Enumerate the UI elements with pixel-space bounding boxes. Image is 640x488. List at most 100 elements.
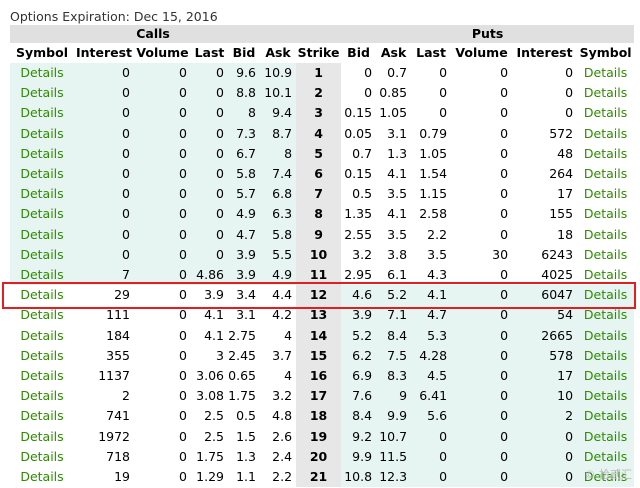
put-ask-cell: 4.1 [387, 206, 408, 222]
call-details-link[interactable]: Details [10, 447, 74, 467]
put-details-link[interactable]: Details [577, 103, 634, 123]
call-details-link[interactable]: Details [10, 346, 74, 366]
put-details-link[interactable]: Details [577, 406, 635, 427]
column-header-row: Symbol Interest Volume Last Bid Ask Strike Bid A… [10, 43, 635, 63]
put-details-link[interactable]: Details [577, 204, 634, 224]
call-details-link[interactable]: Details [10, 244, 74, 266]
call-bid-cell: 3.1 [236, 307, 256, 323]
strike-cell: 7 [296, 184, 342, 205]
put-details-link[interactable]: Details [577, 426, 635, 447]
call-details-link[interactable]: Details [10, 143, 74, 165]
put-ask-cell: 8.4 [376, 325, 412, 346]
put-details-link[interactable]: Details [577, 285, 635, 306]
call-ask-cell: 4 [284, 368, 293, 384]
call-details-link[interactable]: Details [10, 427, 74, 447]
put-interest-cell: 17 [557, 186, 574, 202]
put-bid-cell: 3.9 [341, 305, 377, 326]
put-interest-cell: 2665 [512, 325, 578, 346]
call-details-link[interactable]: Details [10, 224, 74, 245]
put-details-link[interactable]: Details [577, 144, 634, 164]
call-details-link[interactable]: Details [10, 326, 74, 346]
put-details-link[interactable]: Details [577, 184, 634, 204]
put-bid-cell: 5.2 [341, 325, 377, 346]
put-interest-cell: 4025 [541, 267, 574, 283]
call-bid-cell: 0.5 [236, 408, 256, 424]
call-last-cell: 2.5 [204, 428, 224, 444]
call-ask-cell: 3.2 [272, 388, 293, 404]
put-ask-cell: 3.1 [387, 125, 408, 141]
put-interest-cell: 48 [557, 145, 574, 161]
option-row: Details 111 0 4.1 3.1 4.2 13 3.9 7.1 4.7 0 54 Detail… [10, 305, 635, 326]
call-details-link[interactable]: Details [10, 406, 74, 426]
call-interest-cell: 19 [114, 469, 130, 485]
call-last-cell: 0 [191, 103, 228, 124]
put-details-link[interactable]: Details [577, 366, 635, 387]
put-ask-cell: 3.5 [387, 186, 408, 202]
put-details-link[interactable]: Details [577, 63, 634, 83]
strike-cell: 17 [296, 386, 342, 407]
put-volume-cell: 0 [500, 186, 509, 202]
put-last-cell: 0 [411, 446, 452, 468]
put-details-link[interactable]: Details [577, 386, 635, 407]
call-details-link[interactable]: Details [10, 386, 74, 406]
call-details-link[interactable]: Details [10, 63, 74, 84]
call-details-link[interactable]: Details [10, 285, 74, 305]
put-details-link[interactable]: Details [577, 83, 634, 103]
option-row: Details 0 0 0 5.8 7.4 6 0.15 4.1 1.54 0 264 Details [10, 164, 634, 185]
call-details-link[interactable]: Details [10, 123, 74, 144]
call-details-link[interactable]: Details [10, 83, 74, 104]
put-details-link[interactable]: Details [577, 164, 634, 184]
call-details-link[interactable]: Details [10, 204, 74, 225]
put-interest-cell: 6243 [541, 246, 574, 262]
call-interest-cell: 29 [114, 287, 130, 303]
call-interest-cell: 0 [74, 224, 134, 245]
call-last-cell: 4.1 [204, 327, 224, 343]
put-volume-cell: 0 [500, 267, 509, 283]
put-last-cell: 4.28 [411, 345, 452, 367]
call-interest-cell: 355 [106, 347, 130, 363]
put-interest-cell: 0 [565, 85, 574, 101]
put-interest-cell: 17 [512, 366, 578, 387]
call-details-link[interactable]: Details [10, 467, 74, 487]
put-details-link[interactable]: Details [577, 124, 634, 144]
column-header-strike: Strike [296, 43, 342, 63]
put-details-link[interactable]: Details [577, 225, 634, 245]
call-volume-cell: 0 [179, 388, 187, 404]
call-details-link[interactable]: Details [10, 103, 74, 124]
call-ask-cell: 6.8 [260, 184, 297, 205]
put-details-link[interactable]: Details [577, 446, 635, 468]
call-interest-cell: 1972 [98, 428, 130, 444]
call-details-link[interactable]: Details [10, 366, 74, 386]
put-volume-cell: 0 [451, 426, 513, 447]
call-bid-cell: 1.3 [236, 448, 256, 464]
call-details-link[interactable]: Details [10, 184, 74, 205]
call-details-link[interactable]: Details [10, 164, 74, 185]
call-bid-cell: 6.7 [228, 143, 260, 165]
put-details-link[interactable]: Details [577, 345, 635, 367]
call-last-cell: 4.86 [191, 265, 228, 286]
call-volume-cell: 0 [179, 408, 187, 424]
option-row: Details 0 0 0 4.9 6.3 8 1.35 4.1 2.58 0 155 Details [10, 204, 634, 225]
call-interest-cell: 0 [74, 83, 134, 104]
call-ask-cell: 5.8 [260, 224, 297, 245]
options-rows: Details 0 0 0 9.6 10.9 1 0 0.7 0 0 0 Details Details 0… [10, 63, 635, 488]
put-details-link[interactable]: Details [577, 305, 635, 326]
put-details-link[interactable]: Details [577, 245, 634, 265]
call-volume-cell: 0 [134, 204, 191, 225]
put-last-cell: 3.5 [427, 246, 448, 262]
put-bid-cell: 0.05 [344, 125, 373, 141]
strike-cell: 6 [296, 164, 342, 185]
strike-cell: 5 [296, 143, 342, 165]
put-interest-cell: 54 [512, 305, 578, 326]
put-ask-cell: 7.5 [376, 345, 412, 367]
put-details-link[interactable]: Details [577, 265, 634, 285]
call-details-link[interactable]: Details [10, 265, 74, 286]
call-ask-cell: 3.7 [272, 347, 293, 363]
put-details-link[interactable]: Details [577, 325, 635, 346]
call-last-cell: 0 [191, 83, 228, 104]
strike-cell: 18 [296, 406, 342, 427]
call-details-link[interactable]: Details [10, 305, 74, 325]
option-row: Details 1972 0 2.5 1.5 2.6 19 9.2 10.7 0 0 0 Details [10, 426, 635, 447]
call-bid-cell: 1.75 [228, 388, 256, 404]
call-bid-cell: 0.65 [228, 368, 256, 384]
